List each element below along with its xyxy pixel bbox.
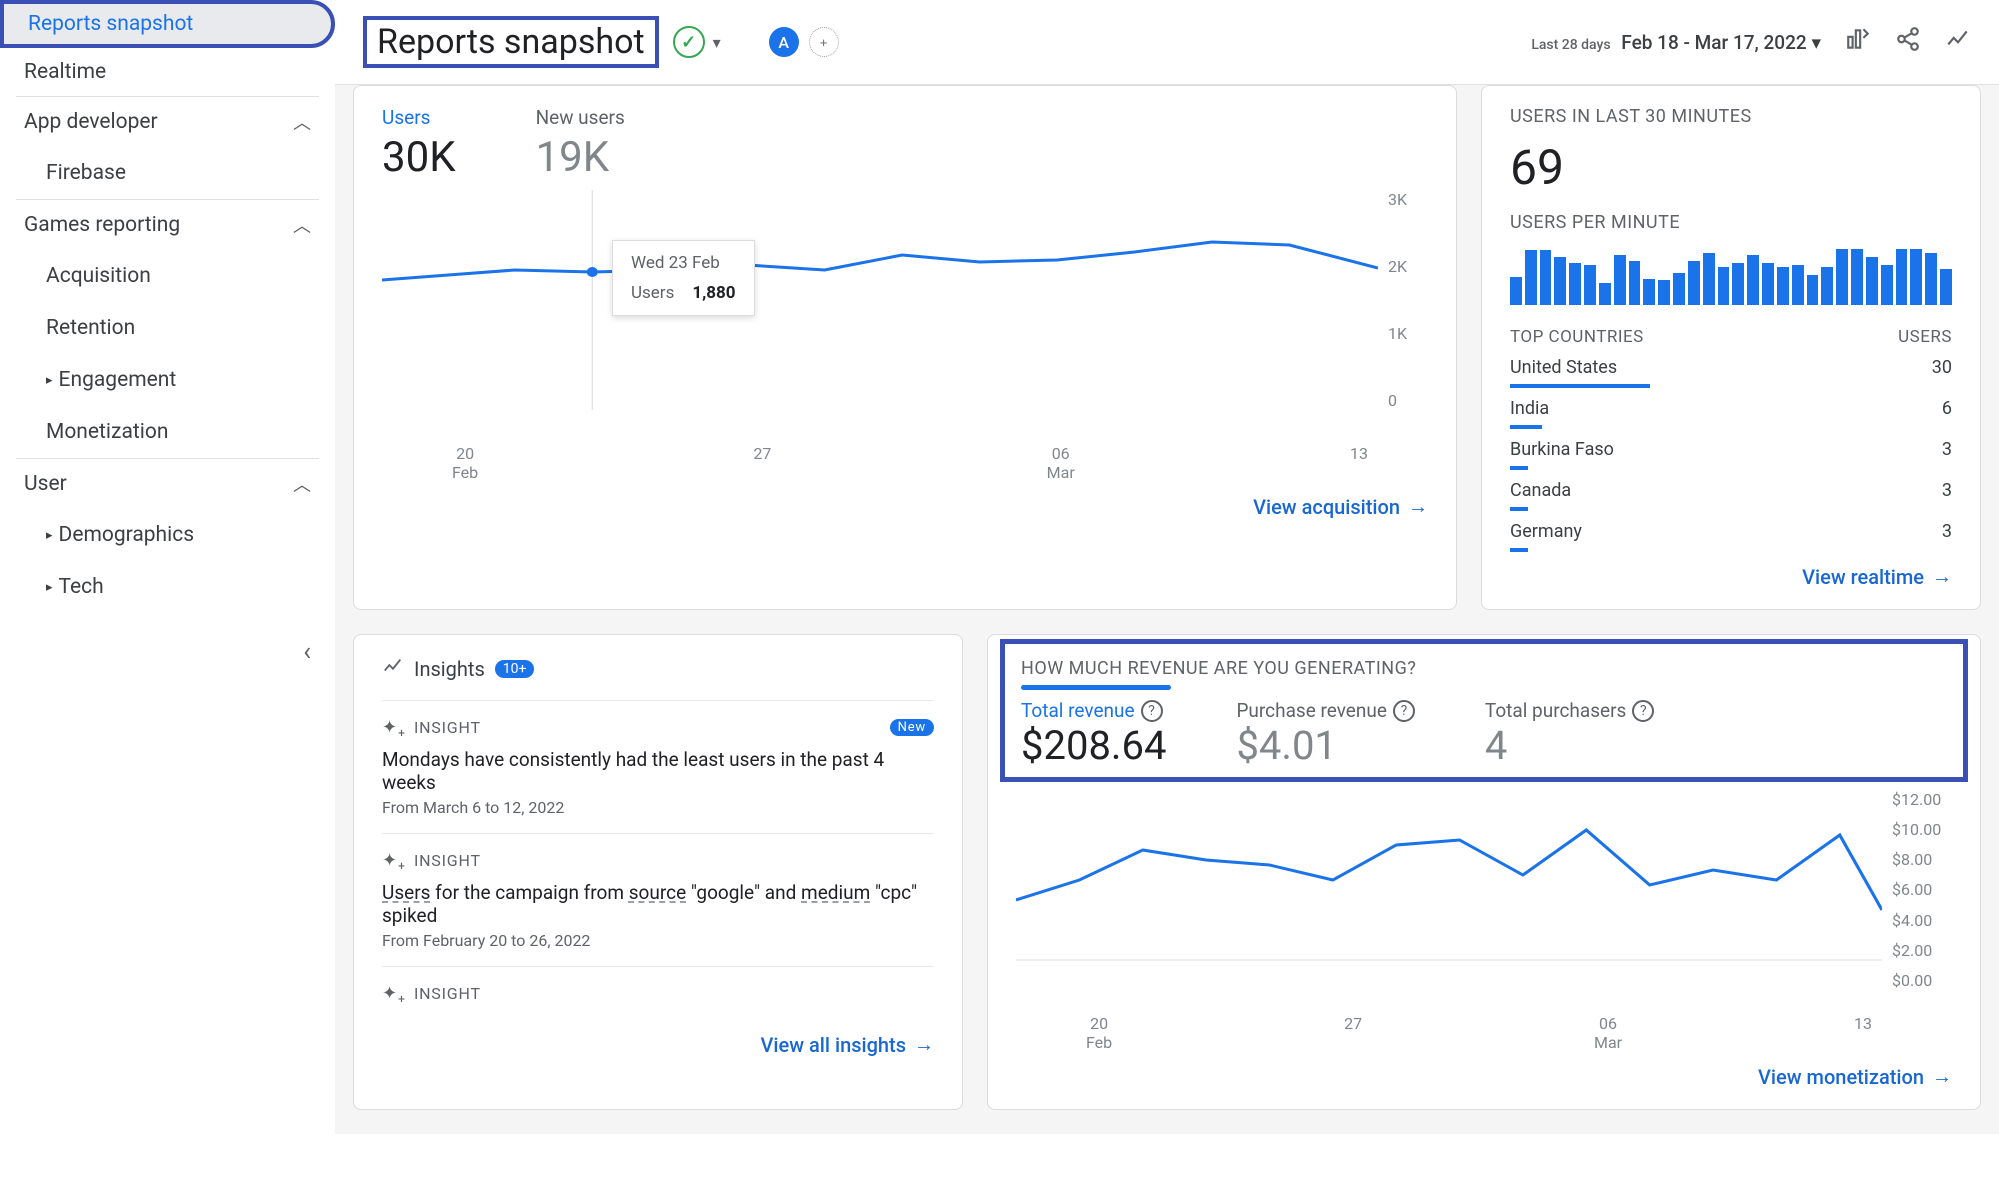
metric-total-purchasers[interactable]: Total purchasers? 4 (1485, 699, 1654, 769)
nav-monetization[interactable]: Monetization (0, 406, 335, 458)
view-acquisition-link[interactable]: View acquisition→ (382, 482, 1428, 519)
realtime-count: 69 (1510, 139, 1952, 196)
caret-right-icon: ▸ (46, 528, 53, 543)
nav-demographics[interactable]: ▸Demographics (0, 509, 335, 561)
insight-item[interactable]: ✦₊INSIGHT Users for the campaign from so… (382, 833, 934, 966)
page-header: Reports snapshot ✓ ▾ A + Last 28 days Fe… (335, 0, 1999, 85)
users-line-chart: 3K2K1K0 Wed 23 Feb Users1,880 (382, 190, 1428, 440)
nav-firebase[interactable]: Firebase (0, 147, 335, 199)
user-avatar-badge[interactable]: A (769, 27, 799, 57)
nav-realtime[interactable]: Realtime (0, 48, 335, 96)
realtime-card: USERS IN LAST 30 MINUTES 69 USERS PER MI… (1481, 85, 1981, 610)
page-title: Reports snapshot (363, 16, 659, 68)
top-countries-header: TOP COUNTRIESUSERS (1510, 321, 1952, 347)
view-all-insights-link[interactable]: View all insights→ (382, 1020, 934, 1057)
sidebar-collapse-button[interactable]: ‹ (0, 613, 335, 691)
chevron-up-icon: ︿ (293, 109, 311, 135)
status-dropdown-icon[interactable]: ▾ (709, 29, 725, 56)
chevron-up-icon: ︿ (293, 212, 311, 238)
revenue-card: HOW MUCH REVENUE ARE YOU GENERATING? Tot… (987, 634, 1981, 1110)
country-row[interactable]: Germany3 (1510, 511, 1952, 544)
nav-engagement[interactable]: ▸Engagement (0, 354, 335, 406)
country-row[interactable]: Canada3 (1510, 470, 1952, 503)
sparkle-icon: ✦₊ (382, 717, 406, 738)
metric-new-users[interactable]: New users 19K (536, 106, 625, 182)
status-ok-icon[interactable]: ✓ (673, 26, 705, 58)
arrow-right-icon: → (1932, 1064, 1952, 1089)
help-icon[interactable]: ? (1393, 700, 1415, 722)
customize-report-icon[interactable] (1845, 26, 1871, 59)
insights-title: Insights (414, 657, 485, 681)
sparkle-icon: ✦₊ (382, 850, 406, 871)
insights-icon[interactable] (1945, 26, 1971, 59)
country-row[interactable]: India6 (1510, 388, 1952, 421)
arrow-right-icon: → (1408, 494, 1428, 519)
nav-group-user[interactable]: User︿ (0, 459, 335, 509)
y-axis: 3K2K1K0 (1388, 190, 1428, 410)
help-icon[interactable]: ? (1632, 700, 1654, 722)
chevron-down-icon: ▾ (1811, 31, 1821, 54)
date-range-picker[interactable]: Last 28 days Feb 18 - Mar 17, 2022 ▾ (1531, 31, 1821, 54)
insights-count-badge: 10+ (495, 660, 535, 678)
insights-icon (382, 655, 404, 682)
nav-group-games-reporting[interactable]: Games reporting︿ (0, 200, 335, 250)
revenue-line-chart: $12.00$10.00$8.00$6.00$4.00$2.00$0.00 (1016, 790, 1952, 1010)
metric-purchase-revenue[interactable]: Purchase revenue? $4.01 (1236, 699, 1414, 769)
view-monetization-link[interactable]: View monetization→ (1016, 1052, 1952, 1089)
caret-right-icon: ▸ (46, 373, 53, 388)
x-axis: 20 Feb 27 06 Mar 13 (1016, 1010, 1952, 1052)
caret-right-icon: ▸ (46, 580, 53, 595)
insight-item[interactable]: ✦₊INSIGHT (382, 966, 934, 1020)
sidebar: Reports snapshot Realtime App developer︿… (0, 0, 335, 1134)
arrow-right-icon: → (1932, 564, 1952, 589)
chevron-up-icon: ︿ (293, 471, 311, 497)
share-icon[interactable] (1895, 26, 1921, 59)
view-realtime-link[interactable]: View realtime→ (1510, 552, 1952, 589)
realtime-heading: USERS IN LAST 30 MINUTES (1510, 106, 1952, 127)
nav-group-app-developer[interactable]: App developer︿ (0, 97, 335, 147)
x-axis: 20 Feb 27 06 Mar 13 (382, 440, 1428, 482)
nav-reports-snapshot[interactable]: Reports snapshot (0, 0, 335, 48)
sparkle-icon: ✦₊ (382, 983, 406, 1004)
insight-item[interactable]: ✦₊INSIGHTNew Mondays have consistently h… (382, 700, 934, 833)
users-per-minute-bars (1510, 245, 1952, 305)
y-axis: $12.00$10.00$8.00$6.00$4.00$2.00$0.00 (1892, 790, 1952, 990)
new-badge: New (890, 719, 934, 736)
nav-tech[interactable]: ▸Tech (0, 561, 335, 613)
chart-tooltip: Wed 23 Feb Users1,880 (612, 240, 755, 316)
users-card: Users 30K New users 19K (353, 85, 1457, 610)
add-comparison-button[interactable]: + (809, 27, 839, 57)
nav-retention[interactable]: Retention (0, 302, 335, 354)
metric-users[interactable]: Users 30K (382, 106, 456, 182)
help-icon[interactable]: ? (1141, 700, 1163, 722)
country-row[interactable]: United States30 (1510, 347, 1952, 380)
insights-card: Insights 10+ ✦₊INSIGHTNew Mondays have c… (353, 634, 963, 1110)
country-row[interactable]: Burkina Faso3 (1510, 429, 1952, 462)
metric-total-revenue[interactable]: Total revenue? $208.64 (1021, 699, 1166, 769)
revenue-heading: HOW MUCH REVENUE ARE YOU GENERATING? (1021, 658, 1947, 679)
nav-acquisition[interactable]: Acquisition (0, 250, 335, 302)
arrow-right-icon: → (914, 1032, 934, 1057)
